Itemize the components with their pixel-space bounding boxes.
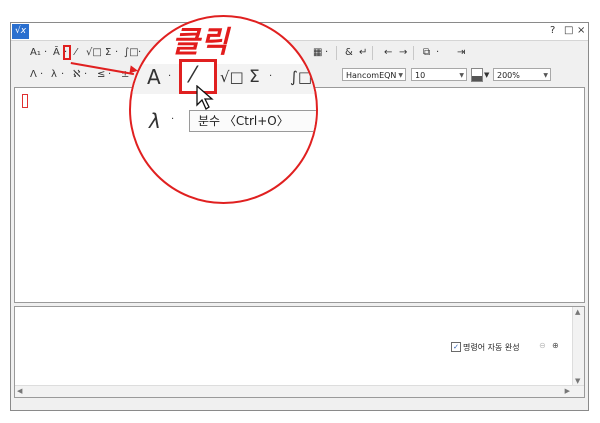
matrix-button[interactable]: ▦ [313,45,322,61]
mag-decoration-icon: A [147,65,161,89]
decoration-button[interactable]: Ā [53,45,60,61]
mag-sum-icon: Σ [249,67,260,87]
vertical-scrollbar[interactable]: ▲ ▼ [572,307,584,397]
click-callout: 클릭 [172,25,230,60]
greek-upper-dropdown[interactable]: · [40,67,43,83]
scroll-right-icon[interactable]: ▶ [565,387,570,395]
separator [336,46,337,60]
zoom-select-value: 200% [497,71,520,80]
mag-root-icon: √□ [220,68,244,86]
mag-dropdown-icon: · [171,114,175,125]
separator [413,46,414,60]
fraction-icon: ⁄ [191,63,195,88]
align-left-button[interactable]: ← [384,45,392,61]
symbols-button[interactable]: ℵ [73,67,80,83]
integral-button[interactable]: ∫□ [124,45,139,61]
size-select[interactable]: 10 ▼ [411,68,467,81]
symbols-dropdown[interactable]: · [84,67,87,83]
fraction-tooltip: 분수 〈Ctrl+O〉 [189,110,316,132]
greek-lower-button[interactable]: λ [51,67,57,83]
mag-dropdown-icon: · [168,71,172,82]
mag-integral-icon: ∫□ [290,68,312,86]
subscript-button[interactable]: A₁ [30,45,41,61]
ampersand-button[interactable]: & [345,45,353,61]
greek-lower-dropdown[interactable]: · [61,67,64,83]
sum-button[interactable]: Σ [105,45,111,61]
mag-dropdown-icon: · [269,71,273,82]
size-select-value: 10 [415,71,426,80]
mouse-cursor-icon [196,85,214,110]
mag-lambda-icon: λ [149,109,161,133]
integral-dropdown[interactable]: · [138,45,141,61]
newline-button[interactable]: ↵ [359,45,367,61]
insert-button[interactable]: ⇥ [457,45,465,61]
restore-button[interactable]: □ [564,25,573,36]
matrix-dropdown[interactable]: · [325,45,328,61]
root-button[interactable]: √□ [86,45,102,61]
title-bar: √x ? □ × [11,23,588,41]
chevron-down-icon: ▼ [398,72,403,79]
separator [372,46,373,60]
align-right-button[interactable]: → [399,45,407,61]
font-select[interactable]: HancomEQN ▼ [342,68,406,81]
scroll-down-icon[interactable]: ▼ [575,377,580,385]
app-icon: √x [12,24,29,39]
zoom-out-icon[interactable]: ⊖ [539,341,546,350]
zoom-in-icon[interactable]: ⊕ [552,341,559,350]
font-select-value: HancomEQN [346,71,397,80]
checkbox-icon[interactable]: ✓ [451,342,461,352]
fraction-highlight [63,45,71,60]
input-placeholder-box [22,94,28,108]
horizontal-scrollbar[interactable]: ◀ ▶ [15,385,584,397]
sum-dropdown[interactable]: · [115,45,118,61]
copy-button[interactable]: ⧉ [423,45,430,61]
zoom-select[interactable]: 200% ▼ [493,68,551,81]
text-color-button[interactable] [471,68,483,82]
scroll-left-icon[interactable]: ◀ [17,387,22,395]
fraction-icon[interactable]: ⁄ [75,45,77,61]
greek-upper-button[interactable]: Λ [30,67,37,83]
copy-dropdown[interactable]: · [436,45,439,61]
subscript-dropdown[interactable]: · [44,45,47,61]
text-color-dropdown[interactable]: ▼ [484,67,489,83]
help-button[interactable]: ? [550,25,555,36]
autocomplete-label: 명령어 자동 완성 [463,343,520,352]
chevron-down-icon: ▼ [543,72,548,79]
operator-button[interactable]: ± [121,67,129,83]
scroll-up-icon[interactable]: ▲ [575,308,580,316]
status-bar [11,400,588,410]
chevron-down-icon: ▼ [459,72,464,79]
close-button[interactable]: × [577,25,585,36]
